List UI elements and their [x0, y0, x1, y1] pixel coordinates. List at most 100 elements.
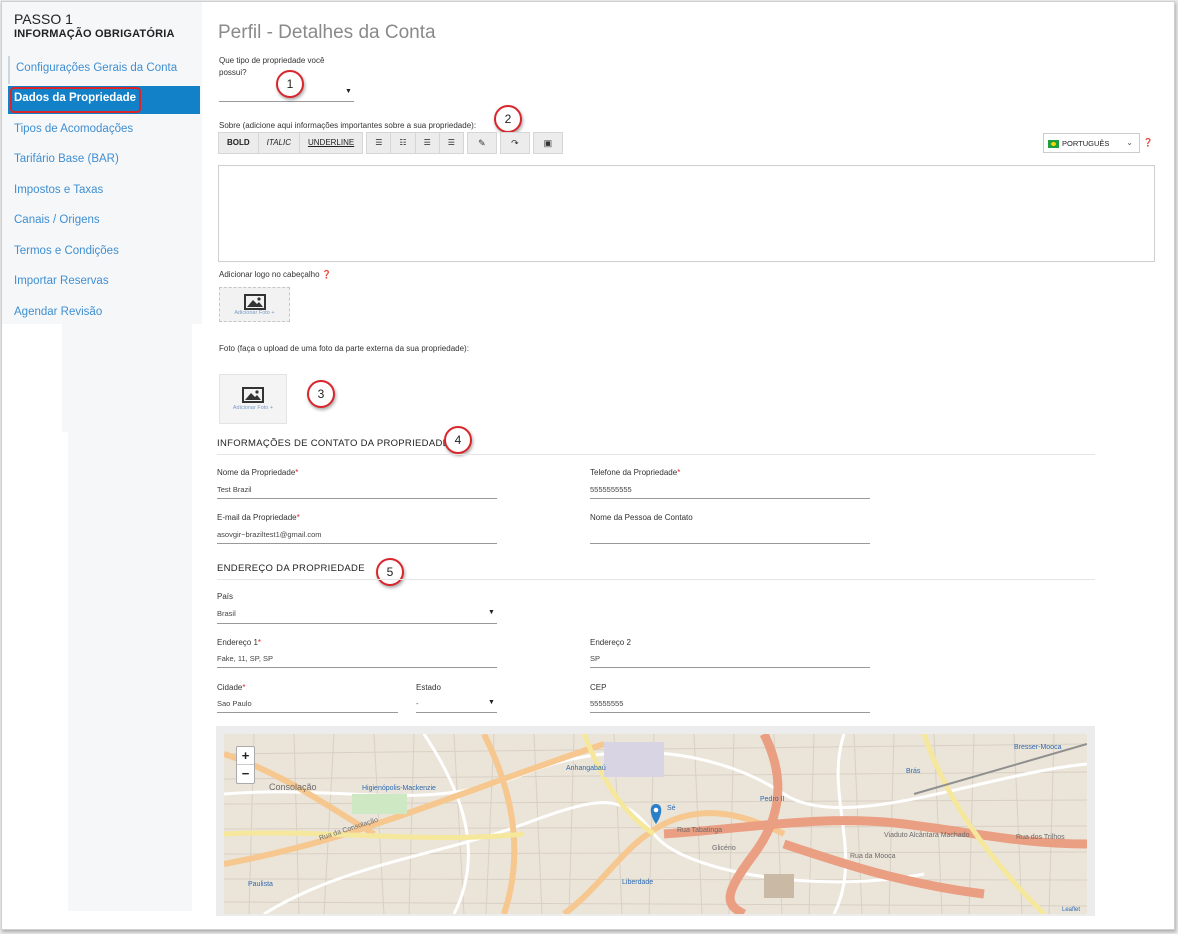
- address1-label: Endereço 1*: [217, 638, 261, 647]
- add-logo-button[interactable]: Adicionar Foto +: [219, 287, 290, 322]
- zip-label: CEP: [590, 683, 607, 692]
- logo-label: Adicionar logo no cabeçalho ❓: [219, 270, 332, 279]
- country-label: País: [217, 592, 234, 601]
- map-label: Anhangabaú: [566, 765, 606, 772]
- property-name-value[interactable]: Test Brazil: [217, 485, 252, 494]
- sidebar-item-terms[interactable]: Termos e Condições: [8, 239, 200, 267]
- map-label: Paulista: [248, 881, 273, 888]
- address-section-heading: ENDEREÇO DA PROPRIEDADE: [217, 563, 365, 574]
- city-label: Cidade*: [217, 683, 245, 692]
- image-placeholder-icon: [243, 294, 266, 310]
- chevron-down-icon: ⌄: [1126, 138, 1133, 147]
- about-editor[interactable]: [218, 165, 1155, 262]
- country-select[interactable]: [217, 623, 497, 624]
- sidebar-item-channels[interactable]: Canais / Origens: [8, 208, 200, 236]
- language-value: PORTUGUÊS: [1062, 139, 1110, 148]
- property-email-label-text: E-mail da Propriedade: [217, 513, 297, 522]
- property-email-value[interactable]: asovgir~braziltest1@gmail.com: [217, 530, 322, 539]
- zoom-in-button[interactable]: +: [237, 747, 254, 765]
- italic-button[interactable]: ITALIC: [259, 133, 300, 153]
- map-label: Viaduto Alcântara Machado: [884, 832, 970, 839]
- address2-input[interactable]: [590, 667, 870, 668]
- sidebar-item-taxes[interactable]: Impostos e Taxas: [8, 178, 200, 206]
- outdent-icon[interactable]: ☰: [416, 133, 440, 153]
- contact-person-label: Nome da Pessoa de Contato: [590, 513, 693, 522]
- property-phone-input[interactable]: [590, 498, 870, 499]
- map-label: Rua Tabatinga: [677, 827, 723, 834]
- bold-button[interactable]: BOLD: [219, 133, 259, 153]
- property-type-label: Que tipo de propriedade você: [219, 56, 325, 65]
- bullet-list-icon[interactable]: ☰: [367, 133, 392, 153]
- city-input[interactable]: [217, 712, 398, 713]
- state-label: Estado: [416, 683, 441, 692]
- numbered-list-icon[interactable]: ☷: [391, 133, 416, 153]
- city-label-text: Cidade: [217, 683, 243, 692]
- language-select[interactable]: PORTUGUÊS ⌄: [1043, 133, 1140, 153]
- city-value[interactable]: Sao Paulo: [217, 699, 252, 708]
- zip-input[interactable]: [590, 712, 870, 713]
- add-photo-caption: Adicionar Foto +: [232, 405, 274, 411]
- underline-button[interactable]: UNDERLINE: [300, 133, 362, 153]
- callout-badge: 3: [307, 380, 335, 408]
- state-select[interactable]: [416, 712, 497, 713]
- address2-label: Endereço 2: [590, 638, 631, 647]
- divider: [217, 454, 1095, 455]
- app-window: PASSO 1 INFORMAÇÃO OBRIGATÓRIA Configura…: [1, 1, 1175, 930]
- state-value[interactable]: -: [416, 699, 419, 708]
- property-name-label-text: Nome da Propriedade: [217, 468, 296, 477]
- editor-toolbar: BOLD ITALIC UNDERLINE ☰ ☷ ☰ ☰ ✎ ↷ ▣: [218, 132, 563, 154]
- property-type-select[interactable]: [219, 101, 354, 102]
- sidebar-background: [62, 324, 192, 432]
- contact-person-input[interactable]: [590, 543, 870, 544]
- required-mark: *: [677, 468, 681, 477]
- chevron-down-icon[interactable]: ▼: [488, 609, 495, 616]
- step-title: PASSO 1: [14, 11, 73, 27]
- map-label: Rua da Mooca: [850, 853, 896, 860]
- country-value[interactable]: Brasil: [217, 609, 236, 618]
- page-title: Perfil - Detalhes da Conta: [218, 22, 436, 43]
- image-icon[interactable]: ▣: [532, 132, 563, 154]
- address1-label-text: Endereço 1: [217, 638, 258, 647]
- zip-value[interactable]: 55555555: [590, 699, 623, 708]
- sidebar-item-room-types[interactable]: Tipos de Acomodações: [8, 117, 200, 145]
- help-icon[interactable]: ❓: [1143, 138, 1153, 147]
- callout-badge: 4: [444, 426, 472, 454]
- brazil-flag-icon: [1048, 140, 1059, 149]
- indent-icon[interactable]: ☰: [440, 133, 463, 153]
- contact-section-heading: INFORMAÇÕES DE CONTATO DA PROPRIEDADE: [217, 438, 450, 449]
- property-phone-label: Telefone da Propriedade*: [590, 468, 680, 477]
- leaflet-attribution[interactable]: Leaflet: [1062, 907, 1080, 913]
- sidebar-item-base-rates[interactable]: Tarifário Base (BAR): [8, 147, 200, 175]
- property-email-input[interactable]: [217, 543, 497, 544]
- property-phone-value[interactable]: 5555555555: [590, 485, 632, 494]
- list-group: ☰ ☷ ☰ ☰: [366, 132, 464, 154]
- address1-input[interactable]: [217, 667, 497, 668]
- step-subtitle: INFORMAÇÃO OBRIGATÓRIA: [14, 28, 175, 40]
- property-phone-label-text: Telefone da Propriedade: [590, 468, 678, 477]
- add-photo-button[interactable]: Adicionar Foto +: [219, 374, 287, 424]
- sidebar-item-general-settings[interactable]: Configurações Gerais da Conta: [8, 56, 200, 84]
- map-container: + − Consolação Higienópolis-Mackenzie An…: [216, 726, 1095, 916]
- help-icon[interactable]: ❓: [322, 270, 332, 279]
- chevron-down-icon[interactable]: ▼: [488, 699, 495, 706]
- required-mark: *: [257, 638, 262, 647]
- address1-value[interactable]: Fake, 11, SP, SP: [217, 654, 273, 663]
- address2-value[interactable]: SP: [590, 654, 600, 663]
- highlight-outline: [10, 87, 141, 113]
- map-label: Glicério: [712, 845, 736, 852]
- divider: [217, 579, 1095, 580]
- redo-icon[interactable]: ↷: [499, 132, 530, 154]
- pencil-icon[interactable]: ✎: [466, 132, 497, 154]
- property-email-label: E-mail da Propriedade*: [217, 513, 300, 522]
- sidebar-item-import-reservations[interactable]: Importar Reservas: [8, 269, 200, 297]
- map-label: Sé: [667, 805, 676, 812]
- map-label: Liberdade: [622, 879, 654, 886]
- map-label: Consolação: [269, 782, 317, 792]
- map-label: Brás: [906, 768, 921, 775]
- zoom-out-button[interactable]: −: [237, 765, 254, 783]
- zoom-control: + −: [236, 746, 255, 784]
- map-label: Bresser-Mooca: [1014, 744, 1062, 751]
- property-name-input[interactable]: [217, 498, 497, 499]
- map[interactable]: + − Consolação Higienópolis-Mackenzie An…: [224, 734, 1087, 914]
- chevron-down-icon[interactable]: ▼: [345, 88, 352, 95]
